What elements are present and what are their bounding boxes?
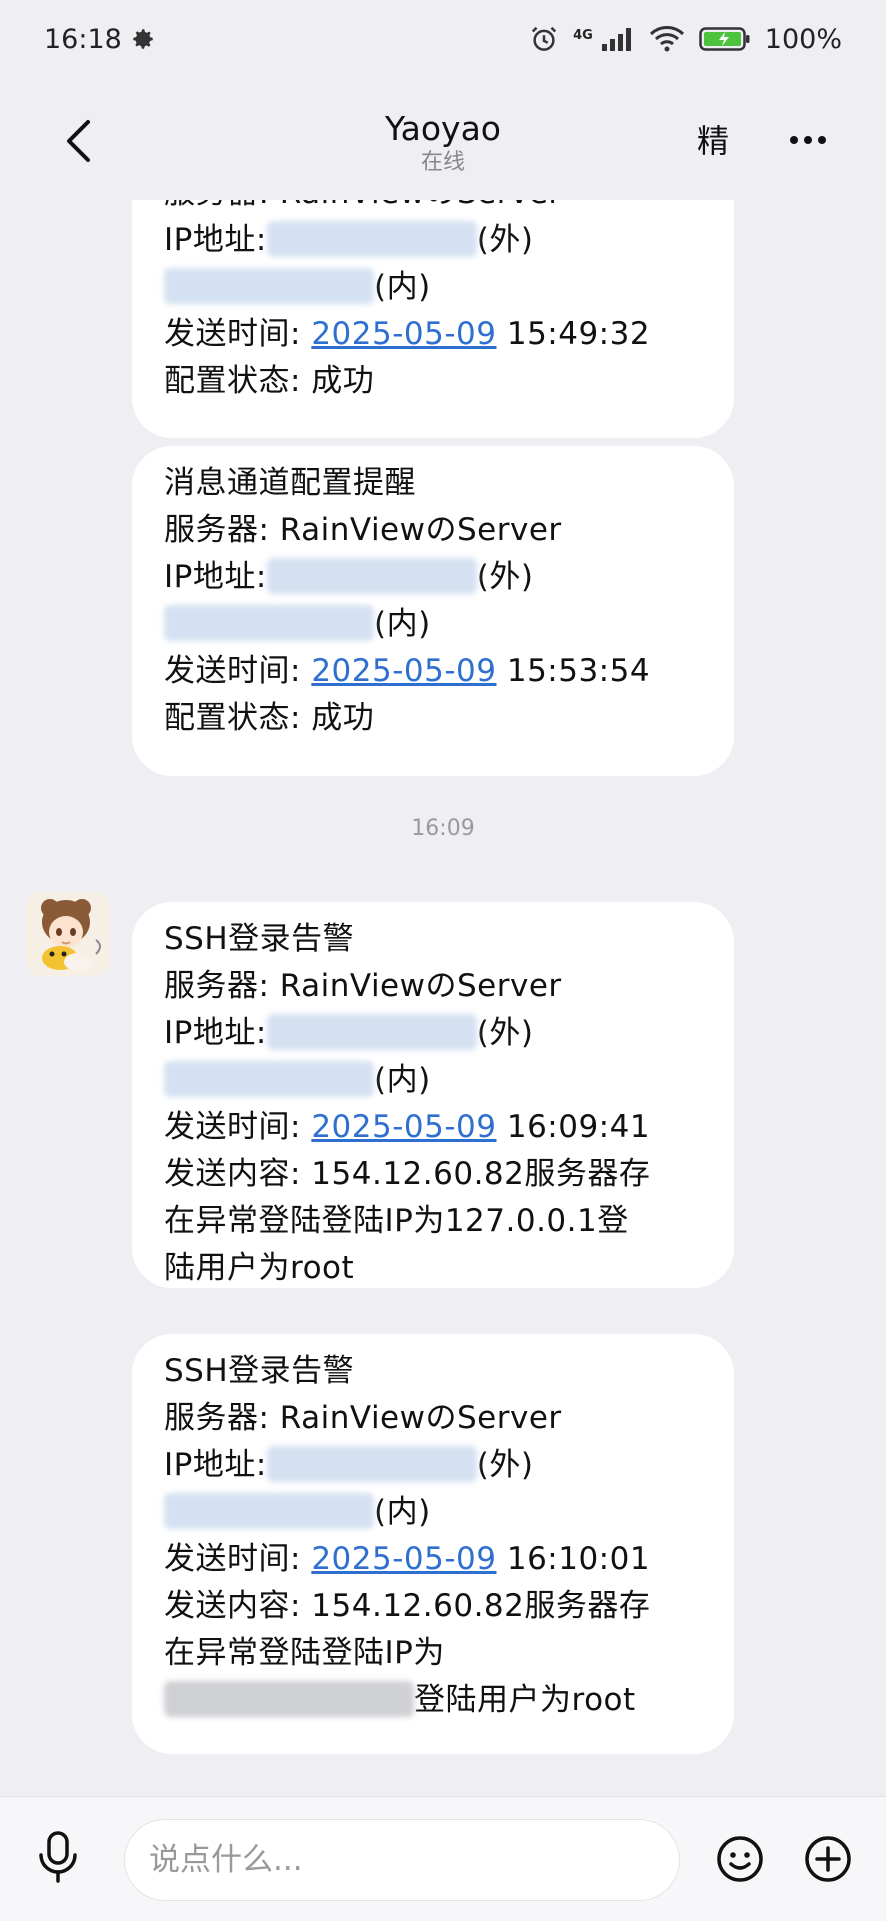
ip-label: IP地址:	[164, 1447, 267, 1483]
time-label: 发送时间:	[164, 653, 301, 689]
redacted-ip	[164, 1681, 414, 1717]
msg-content-line: 发送内容: 154.12.60.82服务器存	[164, 1156, 651, 1192]
msg-time-line: 发送时间: 2025-05-09 15:49:32	[164, 311, 704, 358]
wifi-icon	[649, 25, 685, 53]
send-time: 16:10:01	[506, 1541, 651, 1577]
redacted-ip	[164, 605, 374, 641]
voice-button[interactable]	[36, 1831, 80, 1883]
contact-name: Yaoyao	[385, 109, 501, 148]
smiley-icon	[717, 1836, 763, 1882]
status-left: 16:18	[44, 24, 156, 55]
network-type: 4G	[573, 27, 593, 43]
ip-internal-tag: (内)	[374, 1062, 431, 1098]
time-label: 发送时间:	[164, 1541, 301, 1577]
msg-content-line: 在异常登陆登陆IP为127.0.0.1登	[164, 1203, 629, 1239]
msg-title: SSH登录告警	[164, 921, 355, 957]
chat-header: Yaoyao 在线 精	[0, 96, 886, 186]
msg-title: 消息通道配置提醒	[164, 465, 416, 501]
msg-server-line: 服务器: RainViewのServer	[164, 968, 562, 1004]
msg-ip-line: IP地址: (外)	[164, 1442, 704, 1489]
msg-ip-line: IP地址: (外)	[164, 217, 704, 264]
ip-external-tag: (外)	[476, 222, 534, 258]
msg-ip-internal-line: (内)	[164, 1057, 704, 1104]
ip-internal-tag: (内)	[374, 606, 431, 642]
redacted-ip	[164, 1493, 374, 1529]
redacted-ip	[266, 221, 477, 257]
send-time: 16:09:41	[506, 1109, 651, 1145]
ip-external-tag: (外)	[476, 1015, 534, 1051]
msg-server-line: 服务器: RainViewのServer	[164, 1400, 562, 1436]
redacted-ip	[266, 1446, 477, 1482]
more-dots-icon	[790, 136, 826, 144]
msg-status-line: 配置状态: 成功	[164, 363, 375, 399]
date-link[interactable]: 2025-05-09	[311, 653, 496, 689]
time-label: 发送时间:	[164, 1109, 301, 1145]
battery-percent: 100%	[764, 23, 842, 55]
timestamp-divider: 16:09	[411, 816, 475, 841]
message-bubble[interactable]: SSH登录告警 服务器: RainViewのServer IP地址: (外) (内…	[132, 1334, 734, 1754]
avatar[interactable]	[26, 892, 110, 976]
gear-icon	[130, 26, 156, 52]
redacted-ip	[266, 1014, 477, 1050]
msg-content-line: 陆用户为root	[164, 1250, 355, 1286]
msg-ip-internal-line: (内)	[164, 264, 704, 311]
status-right: 4G 100%	[529, 24, 842, 55]
msg-time-line: 发送时间: 2025-05-09 16:10:01	[164, 1536, 704, 1583]
ip-external-tag: (外)	[476, 559, 534, 595]
ip-label: IP地址:	[164, 222, 267, 258]
avatar-image	[26, 892, 110, 976]
ip-label: IP地址:	[164, 559, 267, 595]
msg-time-line: 发送时间: 2025-05-09 16:09:41	[164, 1104, 704, 1151]
input-bar: 说点什么...	[0, 1796, 886, 1921]
msg-status-line: 配置状态: 成功	[164, 700, 375, 736]
ip-external-tag: (外)	[476, 1447, 534, 1483]
ip-label: IP地址:	[164, 1015, 267, 1051]
send-time: 15:53:54	[506, 653, 651, 689]
microphone-icon	[39, 1831, 77, 1883]
msg-server-line: 服务器: RainViewのServer	[164, 200, 704, 217]
msg-ip-line: IP地址: (外)	[164, 554, 704, 601]
msg-ip-internal-line: (内)	[164, 601, 704, 648]
msg-title: SSH登录告警	[164, 1353, 355, 1389]
battery-icon	[699, 26, 751, 52]
ip-internal-tag: (内)	[374, 269, 431, 305]
msg-content-line: 在异常登陆登陆IP为	[164, 1635, 445, 1671]
message-bubble[interactable]: 服务器: RainViewのServer IP地址: (外) (内) 发送时间: …	[132, 200, 734, 438]
date-link[interactable]: 2025-05-09	[311, 1541, 496, 1577]
time-label: 发送时间:	[164, 316, 301, 352]
msg-content-line: 发送内容: 154.12.60.82服务器存	[164, 1588, 651, 1624]
chat-area[interactable]: 服务器: RainViewのServer IP地址: (外) (内) 发送时间: …	[0, 200, 886, 1796]
date-link[interactable]: 2025-05-09	[311, 316, 496, 352]
title-block: Yaoyao 在线	[0, 110, 886, 178]
contact-status: 在线	[420, 150, 465, 175]
message-input[interactable]: 说点什么...	[124, 1819, 680, 1901]
alarm-icon	[529, 24, 559, 54]
featured-button[interactable]: 精	[697, 116, 729, 162]
redacted-ip	[164, 1061, 374, 1097]
redacted-ip	[164, 268, 374, 304]
send-time: 15:49:32	[506, 316, 651, 352]
more-button[interactable]	[788, 132, 828, 146]
msg-content-tail: 登陆用户为root	[414, 1682, 636, 1718]
status-bar: 16:18 4G 100%	[0, 0, 886, 78]
date-link[interactable]: 2025-05-09	[311, 1109, 496, 1145]
status-time: 16:18	[44, 23, 122, 55]
ip-internal-tag: (内)	[374, 1494, 431, 1530]
msg-content-line: 登陆用户为root	[164, 1677, 704, 1724]
emoji-button[interactable]	[716, 1835, 764, 1883]
plus-circle-icon	[805, 1836, 851, 1882]
msg-ip-internal-line: (内)	[164, 1489, 704, 1536]
msg-server-line: 服务器: RainViewのServer	[164, 512, 562, 548]
message-bubble[interactable]: SSH登录告警 服务器: RainViewのServer IP地址: (外) (内…	[132, 902, 734, 1288]
msg-time-line: 发送时间: 2025-05-09 15:53:54	[164, 648, 704, 695]
add-button[interactable]	[804, 1835, 852, 1883]
message-bubble[interactable]: 消息通道配置提醒 服务器: RainViewのServer IP地址: (外) (…	[132, 446, 734, 776]
redacted-ip	[266, 558, 477, 594]
msg-ip-line: IP地址: (外)	[164, 1010, 704, 1057]
signal-icon	[601, 26, 635, 52]
